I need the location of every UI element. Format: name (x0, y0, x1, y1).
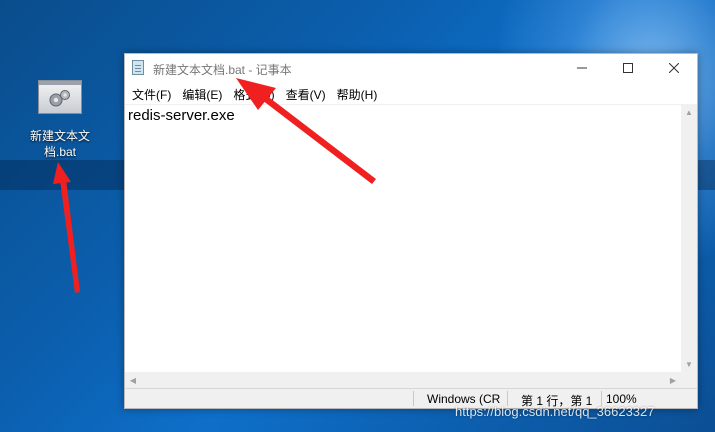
menu-file[interactable]: 文件(F) (129, 82, 175, 104)
menu-help[interactable]: 帮助(H) (334, 82, 382, 104)
desktop-icon-label-line2: 档.bat (43, 145, 77, 159)
scroll-down-icon[interactable]: ▼ (681, 356, 697, 372)
title-bar[interactable]: 新建文本文档.bat - 记事本 (125, 54, 697, 82)
menu-format[interactable]: 格式(O) (230, 82, 278, 104)
close-icon (669, 63, 679, 73)
desktop-icon-label: 新建文本文 档.bat (22, 128, 98, 160)
editor-content: redis-server.exe (128, 107, 235, 124)
scroll-up-icon[interactable]: ▲ (681, 104, 697, 120)
window-title: 新建文本文档.bat - 记事本 (153, 63, 292, 77)
minimize-button[interactable] (559, 54, 605, 82)
maximize-icon (623, 63, 633, 73)
status-separator (413, 391, 414, 406)
notepad-window: 新建文本文档.bat - 记事本 文件(F) 编辑(E) 格式(O) 查看(V)… (124, 53, 698, 409)
scroll-right-icon[interactable]: ▶ (665, 372, 681, 388)
minimize-icon (577, 67, 587, 69)
window-controls (559, 54, 697, 82)
text-editor-area[interactable]: redis-server.exe (125, 104, 681, 373)
scrollbar-corner (681, 372, 697, 388)
watermark-text: https://blog.csdn.net/qq_36623327 (455, 404, 655, 419)
horizontal-scrollbar[interactable]: ◀ ▶ (125, 372, 681, 388)
menu-bar: 文件(F) 编辑(E) 格式(O) 查看(V) 帮助(H) (125, 82, 697, 104)
notepad-icon (132, 60, 144, 75)
close-button[interactable] (651, 54, 697, 82)
menu-view[interactable]: 查看(V) (283, 82, 330, 104)
scroll-left-icon[interactable]: ◀ (125, 372, 141, 388)
desktop-icon-label-line1: 新建文本文 (29, 129, 90, 143)
bat-file-gear-icon (38, 80, 82, 114)
maximize-button[interactable] (605, 54, 651, 82)
menu-edit[interactable]: 编辑(E) (179, 82, 226, 104)
desktop-icon-bat-file[interactable]: 新建文本文 档.bat (22, 80, 98, 160)
vertical-scrollbar[interactable]: ▲ ▼ (681, 104, 697, 372)
